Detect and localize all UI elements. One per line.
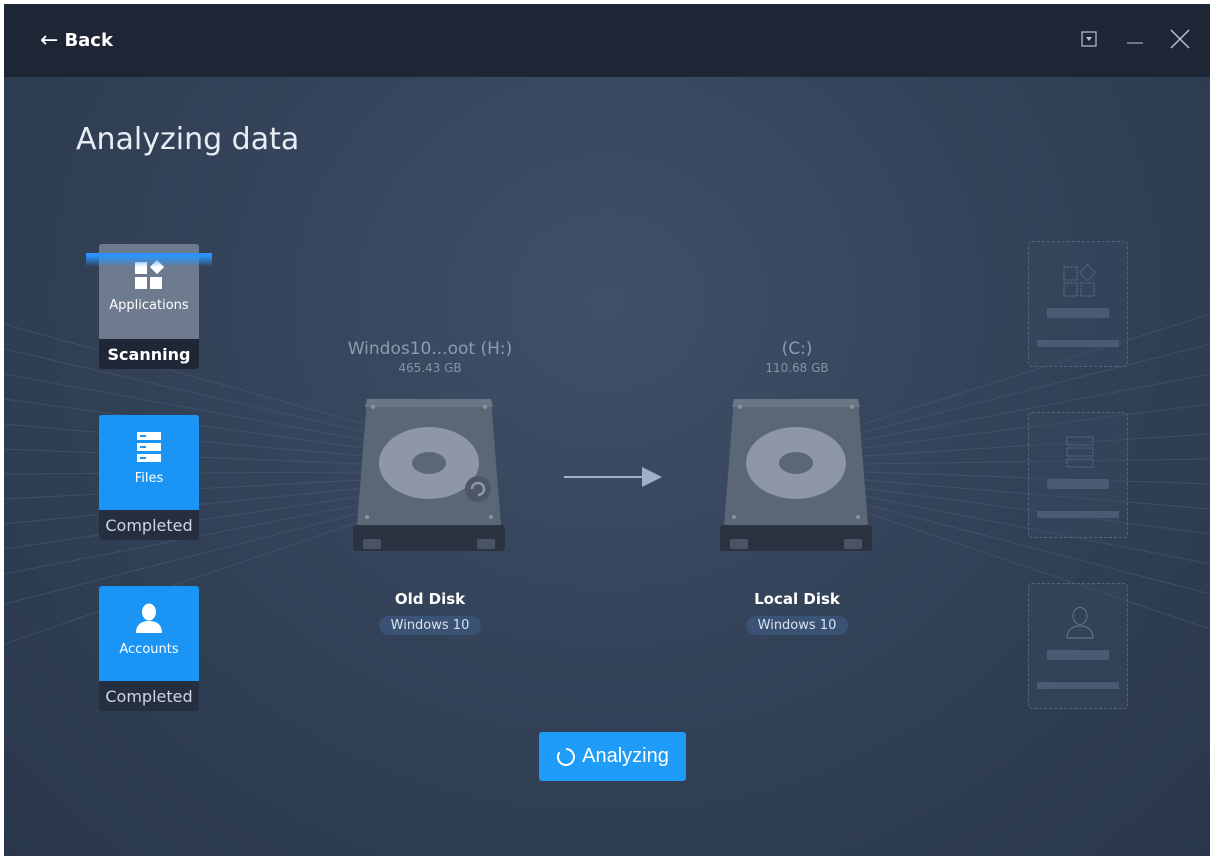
back-label: Back	[64, 30, 113, 51]
category-label: Files	[134, 471, 164, 486]
target-hard-disk-icon[interactable]	[720, 397, 872, 551]
analyzing-button[interactable]: Analyzing	[539, 732, 686, 781]
files-icon	[137, 432, 161, 462]
page-title: Analyzing data	[76, 122, 300, 157]
source-disk-size: 465.43 GB	[398, 361, 462, 375]
category-label: Accounts	[119, 642, 179, 657]
placeholder-applications	[1028, 241, 1128, 367]
back-button[interactable]: ← Back	[40, 27, 113, 53]
spinner-icon	[557, 747, 576, 766]
title-bar: ← Back	[4, 4, 1210, 77]
applications-outline-icon	[1063, 264, 1096, 297]
category-label: Applications	[109, 298, 189, 313]
category-status: Scanning	[99, 339, 199, 369]
category-files[interactable]: Files Completed	[99, 415, 199, 540]
placeholder-bar	[1037, 511, 1119, 518]
dropdown-icon[interactable]	[1076, 26, 1102, 52]
target-disk-details: Local Disk Windows 10	[707, 590, 887, 635]
user-icon	[136, 603, 162, 633]
target-disk-info: (C:) 110.68 GB	[707, 339, 887, 375]
source-disk-label: Old Disk	[394, 590, 466, 608]
analyzing-label: Analyzing	[582, 745, 669, 767]
placeholder-accounts	[1028, 583, 1128, 709]
source-os-badge: Windows 10	[378, 616, 482, 635]
close-icon[interactable]	[1167, 26, 1193, 52]
placeholder-bar	[1047, 479, 1109, 489]
target-disk-size: 110.68 GB	[765, 361, 829, 375]
category-status: Completed	[99, 510, 199, 540]
files-outline-icon	[1066, 436, 1094, 468]
scan-progress-highlight	[86, 253, 212, 267]
transfer-arrow-line	[564, 476, 646, 478]
target-disk-label: Local Disk	[754, 590, 840, 608]
user-outline-icon	[1066, 606, 1094, 639]
placeholder-files	[1028, 412, 1128, 538]
source-disk-info: Windos10...oot (H:) 465.43 GB	[340, 339, 520, 375]
app-window: ← Back Analyzing data Applications Scann…	[4, 4, 1210, 856]
target-os-badge: Windows 10	[745, 616, 849, 635]
category-accounts[interactable]: Accounts Completed	[99, 586, 199, 711]
placeholder-bar	[1037, 340, 1119, 347]
placeholder-bar	[1037, 682, 1119, 689]
minimize-icon[interactable]	[1122, 26, 1148, 52]
category-status: Completed	[99, 681, 199, 711]
transfer-arrow-icon	[642, 467, 662, 487]
source-hard-disk-icon[interactable]	[353, 397, 505, 551]
placeholder-bar	[1047, 650, 1109, 660]
back-arrow-icon: ←	[40, 27, 59, 53]
target-disk-name: (C:)	[781, 339, 813, 359]
source-disk-details: Old Disk Windows 10	[340, 590, 520, 635]
source-disk-name: Windos10...oot (H:)	[347, 339, 513, 359]
placeholder-bar	[1047, 308, 1109, 318]
